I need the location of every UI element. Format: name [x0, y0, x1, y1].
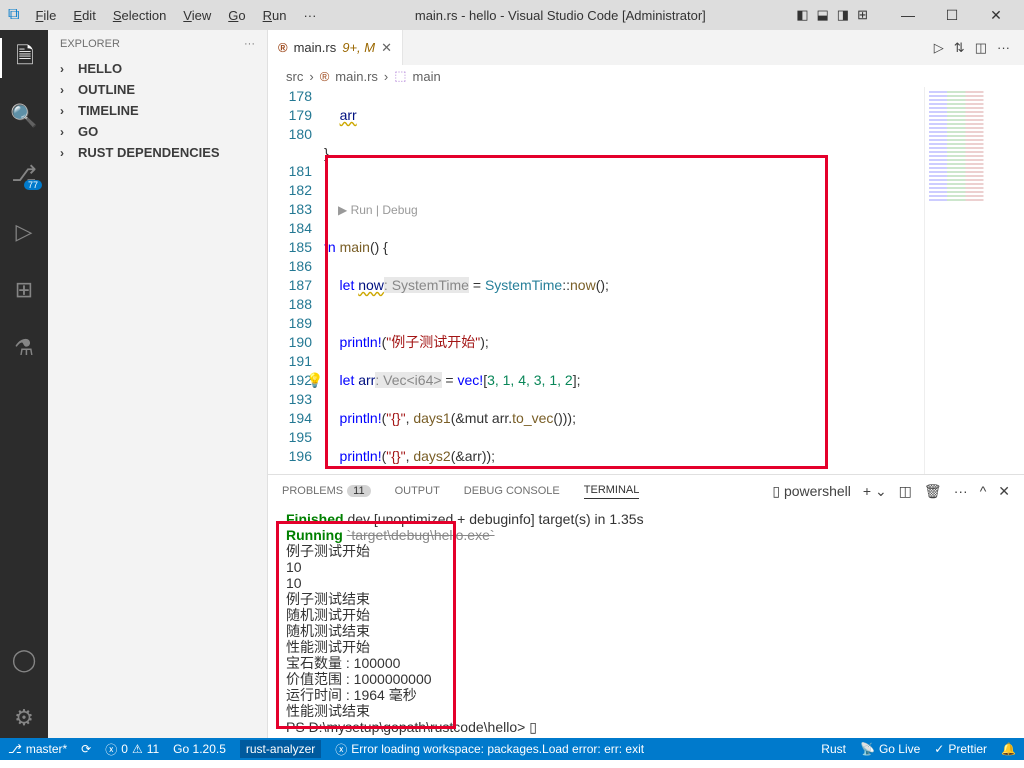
tab-close-icon[interactable]: ✕: [381, 40, 392, 56]
status-branch[interactable]: ⎇ master*: [8, 742, 67, 756]
status-bar: ⎇ master* ⟳ ⓧ 0 ⚠ 11 Go 1.20.5 rust-anal…: [0, 738, 1024, 760]
panel-close-icon[interactable]: ✕: [998, 483, 1010, 500]
panel-tab-output[interactable]: OUTPUT: [395, 485, 440, 497]
panel-tab-debug-console[interactable]: DEBUG CONSOLE: [464, 485, 560, 497]
settings-activity[interactable]: ⚙: [0, 698, 48, 738]
editor-area: ® main.rs 9+, M ✕ ▷ ⇅ ◫ ··· src› ® main.…: [268, 30, 1024, 738]
app-icon: ⧉: [8, 6, 19, 24]
status-go-live[interactable]: 📡 Go Live: [860, 742, 920, 756]
status-rust-analyzer[interactable]: rust-analyzer: [240, 740, 321, 758]
menu-edit[interactable]: Edit: [65, 4, 103, 27]
scm-badge: 77: [24, 180, 42, 190]
toggle-secondary-sidebar-icon[interactable]: ◨: [837, 7, 849, 23]
search-activity[interactable]: 🔍: [0, 96, 48, 136]
status-language[interactable]: Rust: [821, 742, 846, 756]
terminal-split-icon[interactable]: ◫: [899, 483, 912, 500]
title-bar: ⧉ File Edit Selection View Go Run ··· ma…: [0, 0, 1024, 30]
maximize-button[interactable]: ☐: [932, 7, 972, 24]
code-editor[interactable]: 178179180 181182183 184185186 187188189 …: [268, 87, 1024, 474]
panel-more-icon[interactable]: ···: [954, 483, 968, 499]
activity-bar: 🗎 🔍 ⎇77 ▷ ⊞ ⚗ ◯ ⚙: [0, 30, 48, 738]
rust-file-icon: ®: [320, 69, 330, 84]
chevron-right-icon: ›: [60, 146, 74, 160]
chevron-right-icon: ›: [60, 104, 74, 118]
terminal-body[interactable]: Finished dev [unoptimized + debuginfo] t…: [268, 507, 1024, 738]
panel-maximize-icon[interactable]: ^: [980, 483, 987, 499]
explorer-activity[interactable]: 🗎: [0, 38, 48, 78]
breadcrumb[interactable]: src› ® main.rs› ⬚ main: [268, 65, 1024, 87]
rust-file-icon: ®: [278, 40, 288, 55]
run-icon[interactable]: ▷: [934, 40, 944, 56]
sidebar-section-timeline[interactable]: ›TIMELINE: [48, 100, 267, 121]
window-title: main.rs - hello - Visual Studio Code [Ad…: [324, 8, 796, 23]
editor-tabs: ® main.rs 9+, M ✕ ▷ ⇅ ◫ ···: [268, 30, 1024, 65]
panel-tab-terminal[interactable]: TERMINAL: [584, 484, 640, 499]
toggle-primary-sidebar-icon[interactable]: ◧: [796, 7, 808, 23]
menu-bar: File Edit Selection View Go Run ···: [27, 4, 324, 27]
status-sync[interactable]: ⟳: [81, 742, 91, 756]
menu-go[interactable]: Go: [220, 4, 253, 27]
function-icon: ⬚: [394, 68, 406, 84]
split-editor-icon[interactable]: ◫: [975, 40, 987, 56]
accounts-activity[interactable]: ◯: [0, 640, 48, 680]
minimize-button[interactable]: —: [888, 7, 928, 24]
status-prettier[interactable]: ✓ Prettier: [934, 742, 987, 756]
sidebar-section-outline[interactable]: ›OUTLINE: [48, 79, 267, 100]
menu-selection[interactable]: Selection: [105, 4, 174, 27]
menu-file[interactable]: File: [27, 4, 64, 27]
customize-layout-icon[interactable]: ⊞: [857, 7, 868, 23]
status-go-version[interactable]: Go 1.20.5: [173, 742, 226, 756]
tab-modified-indicator: 9+, M: [342, 40, 375, 55]
panel-tab-problems[interactable]: PROBLEMS11: [282, 485, 371, 497]
close-button[interactable]: ✕: [976, 7, 1016, 24]
chevron-right-icon: ›: [60, 62, 74, 76]
minimap[interactable]: [924, 87, 1024, 474]
problems-count: 11: [347, 485, 370, 497]
tab-label: main.rs: [294, 40, 337, 55]
menu-view[interactable]: View: [175, 4, 219, 27]
editor-more-icon[interactable]: ···: [997, 40, 1010, 55]
toggle-panel-icon[interactable]: ⬓: [817, 7, 829, 23]
menu-more[interactable]: ···: [295, 4, 324, 27]
status-notifications-icon[interactable]: 🔔: [1001, 742, 1016, 756]
menu-run[interactable]: Run: [255, 4, 295, 27]
explorer-more-icon[interactable]: ···: [244, 38, 255, 50]
bottom-panel: PROBLEMS11 OUTPUT DEBUG CONSOLE TERMINAL…: [268, 474, 1024, 738]
sidebar-section-hello[interactable]: ›HELLO: [48, 58, 267, 79]
chevron-right-icon: ›: [60, 125, 74, 139]
status-problems[interactable]: ⓧ 0 ⚠ 11: [105, 741, 159, 758]
terminal-new-icon[interactable]: + ⌄: [863, 483, 887, 500]
extensions-activity[interactable]: ⊞: [0, 270, 48, 310]
codelens-run-debug[interactable]: ▶ Run | Debug: [324, 201, 924, 219]
code-body[interactable]: arr } ▶ Run | Debug fn main() { let now:…: [324, 87, 924, 474]
sidebar-section-rust-deps[interactable]: ›RUST DEPENDENCIES: [48, 142, 267, 163]
status-error-message[interactable]: ⓧ Error loading workspace: packages.Load…: [335, 741, 645, 758]
explorer-sidebar: EXPLORER ··· ›HELLO ›OUTLINE ›TIMELINE ›…: [48, 30, 268, 738]
line-number-gutter: 178179180 181182183 184185186 187188189 …: [268, 87, 324, 474]
explorer-title: EXPLORER: [60, 38, 120, 50]
tab-main-rs[interactable]: ® main.rs 9+, M ✕: [268, 30, 403, 65]
sidebar-section-go[interactable]: ›GO: [48, 121, 267, 142]
scm-activity[interactable]: ⎇77: [0, 154, 48, 194]
testing-activity[interactable]: ⚗: [0, 328, 48, 368]
debug-icon[interactable]: ⇅: [954, 40, 965, 56]
terminal-kill-icon[interactable]: 🗑: [924, 483, 942, 500]
lightbulb-icon[interactable]: 💡: [306, 371, 323, 390]
run-debug-activity[interactable]: ▷: [0, 212, 48, 252]
terminal-shell-select[interactable]: ▯ powershell: [772, 483, 851, 500]
layout-controls: ◧ ⬓ ◨ ⊞: [796, 7, 868, 23]
chevron-right-icon: ›: [60, 83, 74, 97]
